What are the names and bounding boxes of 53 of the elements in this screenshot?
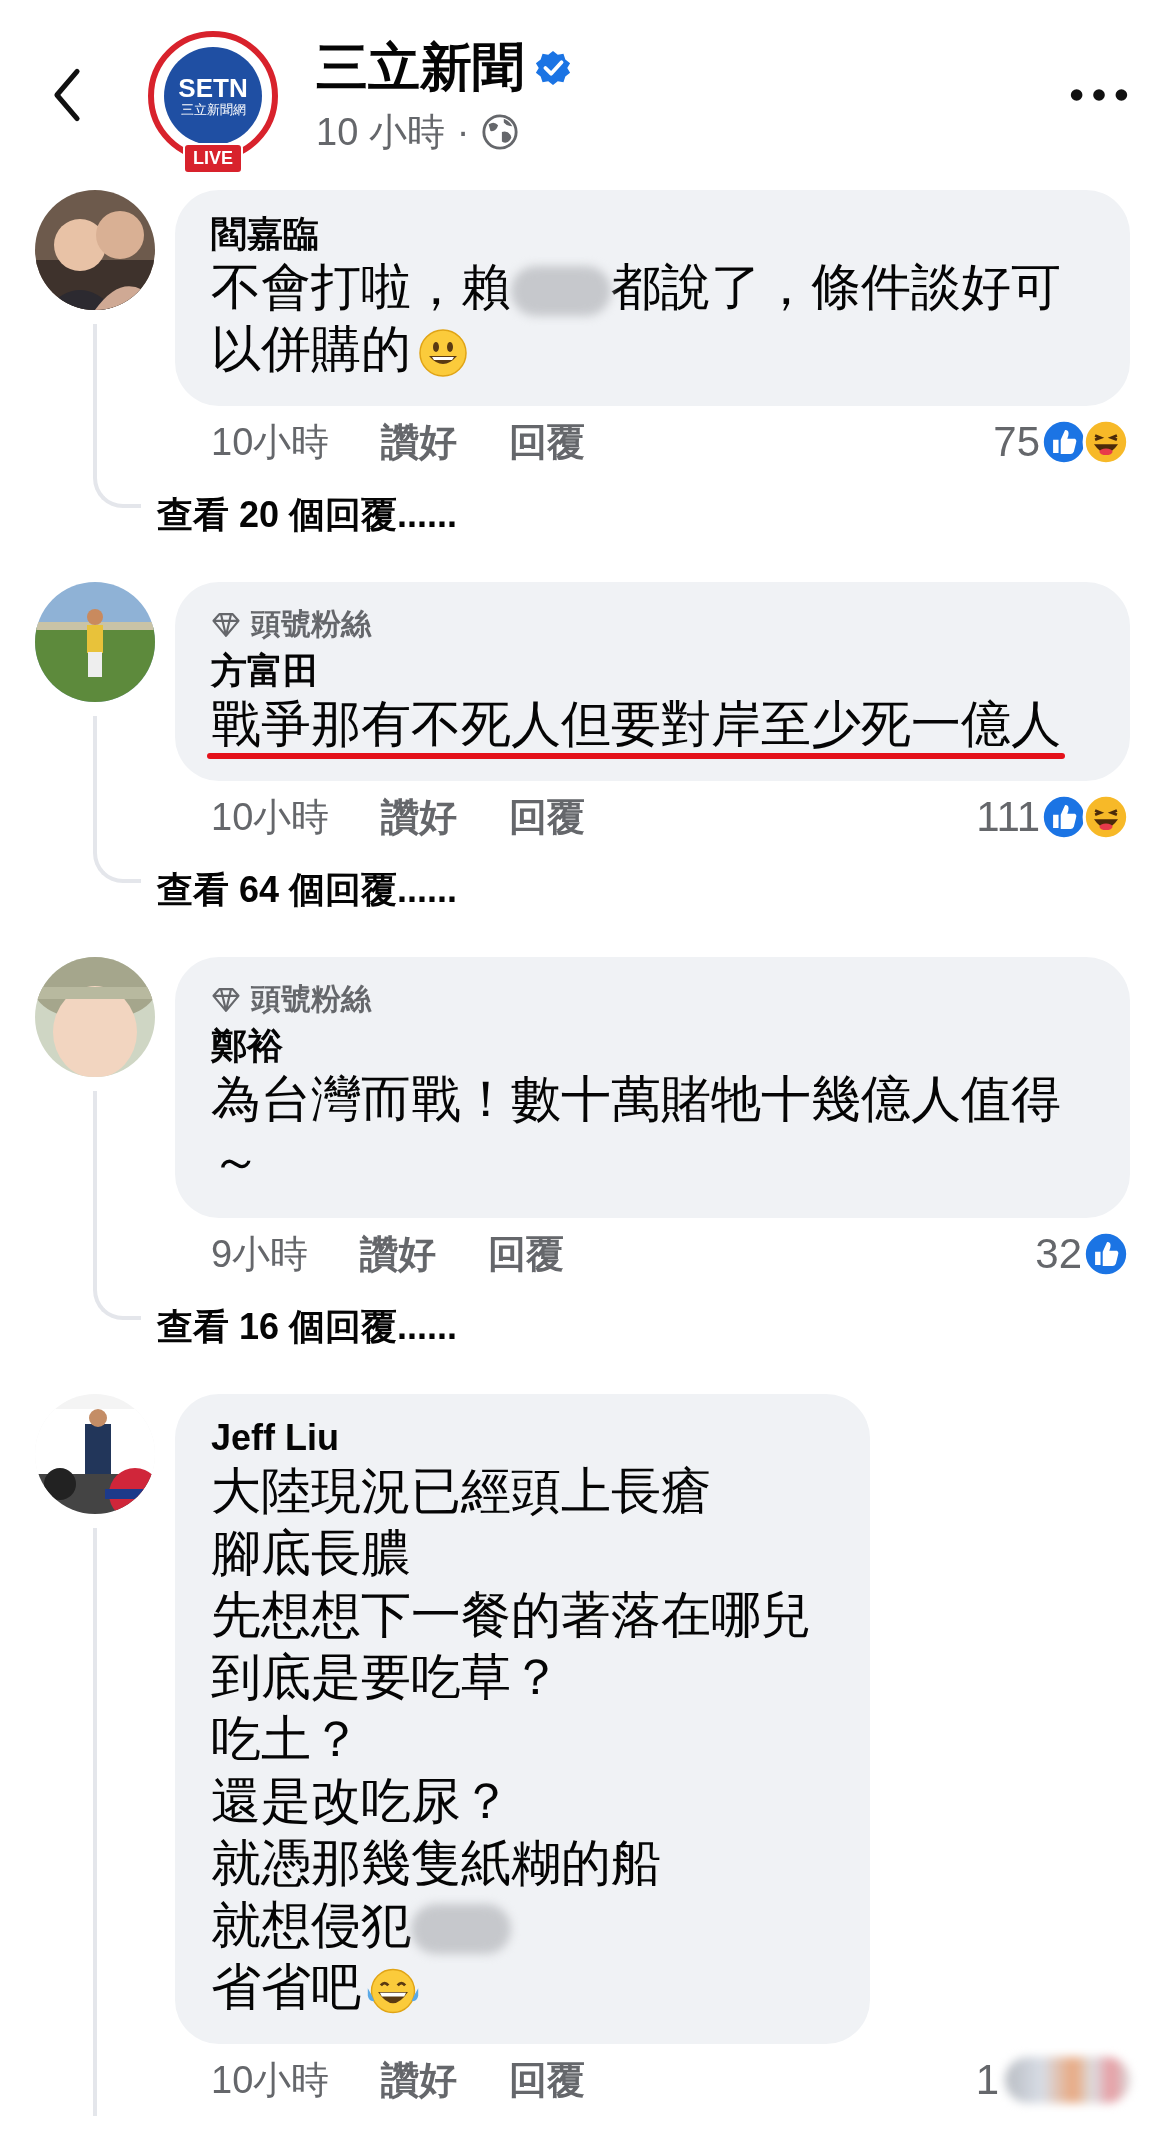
- logo-subtitle: 三立新聞網: [180, 101, 246, 118]
- comment-text: 先想想下一餐的著落在哪兒: [211, 1587, 811, 1643]
- view-replies-link[interactable]: 查看 64 個回覆......: [157, 867, 458, 913]
- view-replies-link[interactable]: 查看 16 個回覆......: [157, 1304, 458, 1350]
- reaction-count: 1: [975, 2056, 999, 2104]
- commenter-name[interactable]: Jeff Liu: [211, 1416, 339, 1460]
- page-title[interactable]: 三立新聞: [316, 32, 524, 103]
- comment-text: 為台灣而戰！數十萬賭牠十幾億人值得: [211, 1071, 1061, 1127]
- comment-text: 不會打啦，賴: [211, 259, 511, 315]
- comment-text: ～: [211, 1133, 261, 1189]
- comment-time: 10小時: [211, 2057, 330, 2103]
- thumbs-up-icon: [1082, 1230, 1130, 1278]
- laughing-face-icon: [1082, 418, 1130, 466]
- view-replies-link[interactable]: 查看 20 個回覆......: [157, 492, 458, 538]
- reply-link[interactable]: 回覆: [509, 791, 586, 843]
- comment-text: 到底是要吃草？: [211, 1649, 561, 1705]
- reply-link[interactable]: 回覆: [488, 1228, 565, 1280]
- like-link[interactable]: 讚好: [381, 791, 458, 843]
- fan-label: 頭號粉絲: [251, 981, 371, 1017]
- comment-text: 省省吧: [211, 1959, 361, 2015]
- comment-text: 戰爭那有不死人但要對岸至少死一億人: [211, 696, 1061, 752]
- comment-time: 9小時: [211, 1231, 309, 1277]
- comment-text: 大陸現況已經頭上長瘡: [211, 1463, 711, 1519]
- separator-dot: ·: [456, 110, 470, 154]
- commenter-name[interactable]: 鄭裕: [211, 1024, 283, 1068]
- reaction-count: 75: [993, 418, 1040, 466]
- fan-label: 頭號粉絲: [251, 606, 371, 642]
- globe-icon: [481, 113, 520, 151]
- post-time: 10 小時: [316, 109, 445, 155]
- comment-text: 都說了，條件談好可: [611, 259, 1061, 315]
- reply-link[interactable]: 回覆: [509, 416, 586, 468]
- commenter-name[interactable]: 閻嘉臨: [211, 212, 319, 256]
- diamond-icon: [211, 986, 241, 1013]
- live-badge: LIVE: [183, 142, 243, 174]
- comment-text: 就想侵犯: [211, 1897, 411, 1953]
- reply-link[interactable]: 回覆: [509, 2054, 586, 2106]
- logo-brand: SETN: [178, 73, 248, 102]
- comment-text: 以併購的: [211, 321, 411, 377]
- comment-time: 10小時: [211, 794, 330, 840]
- laughing-face-icon: [1082, 793, 1130, 841]
- like-link[interactable]: 讚好: [381, 416, 458, 468]
- comment-time: 10小時: [211, 419, 330, 465]
- comment-text: 吃土？: [211, 1711, 361, 1767]
- comment-text: 就憑那幾隻紙糊的船: [211, 1835, 661, 1891]
- like-link[interactable]: 讚好: [381, 2054, 458, 2106]
- more-icon[interactable]: [1070, 87, 1128, 103]
- comment-text: 還是改吃尿？: [211, 1773, 511, 1829]
- like-link[interactable]: 讚好: [360, 1228, 437, 1280]
- reaction-count: 32: [1035, 1230, 1082, 1278]
- commenter-name[interactable]: 方富田: [211, 649, 319, 693]
- diamond-icon: [211, 611, 241, 638]
- comment-text: 腳底長膿: [211, 1525, 411, 1581]
- reaction-count: 111: [976, 793, 1040, 841]
